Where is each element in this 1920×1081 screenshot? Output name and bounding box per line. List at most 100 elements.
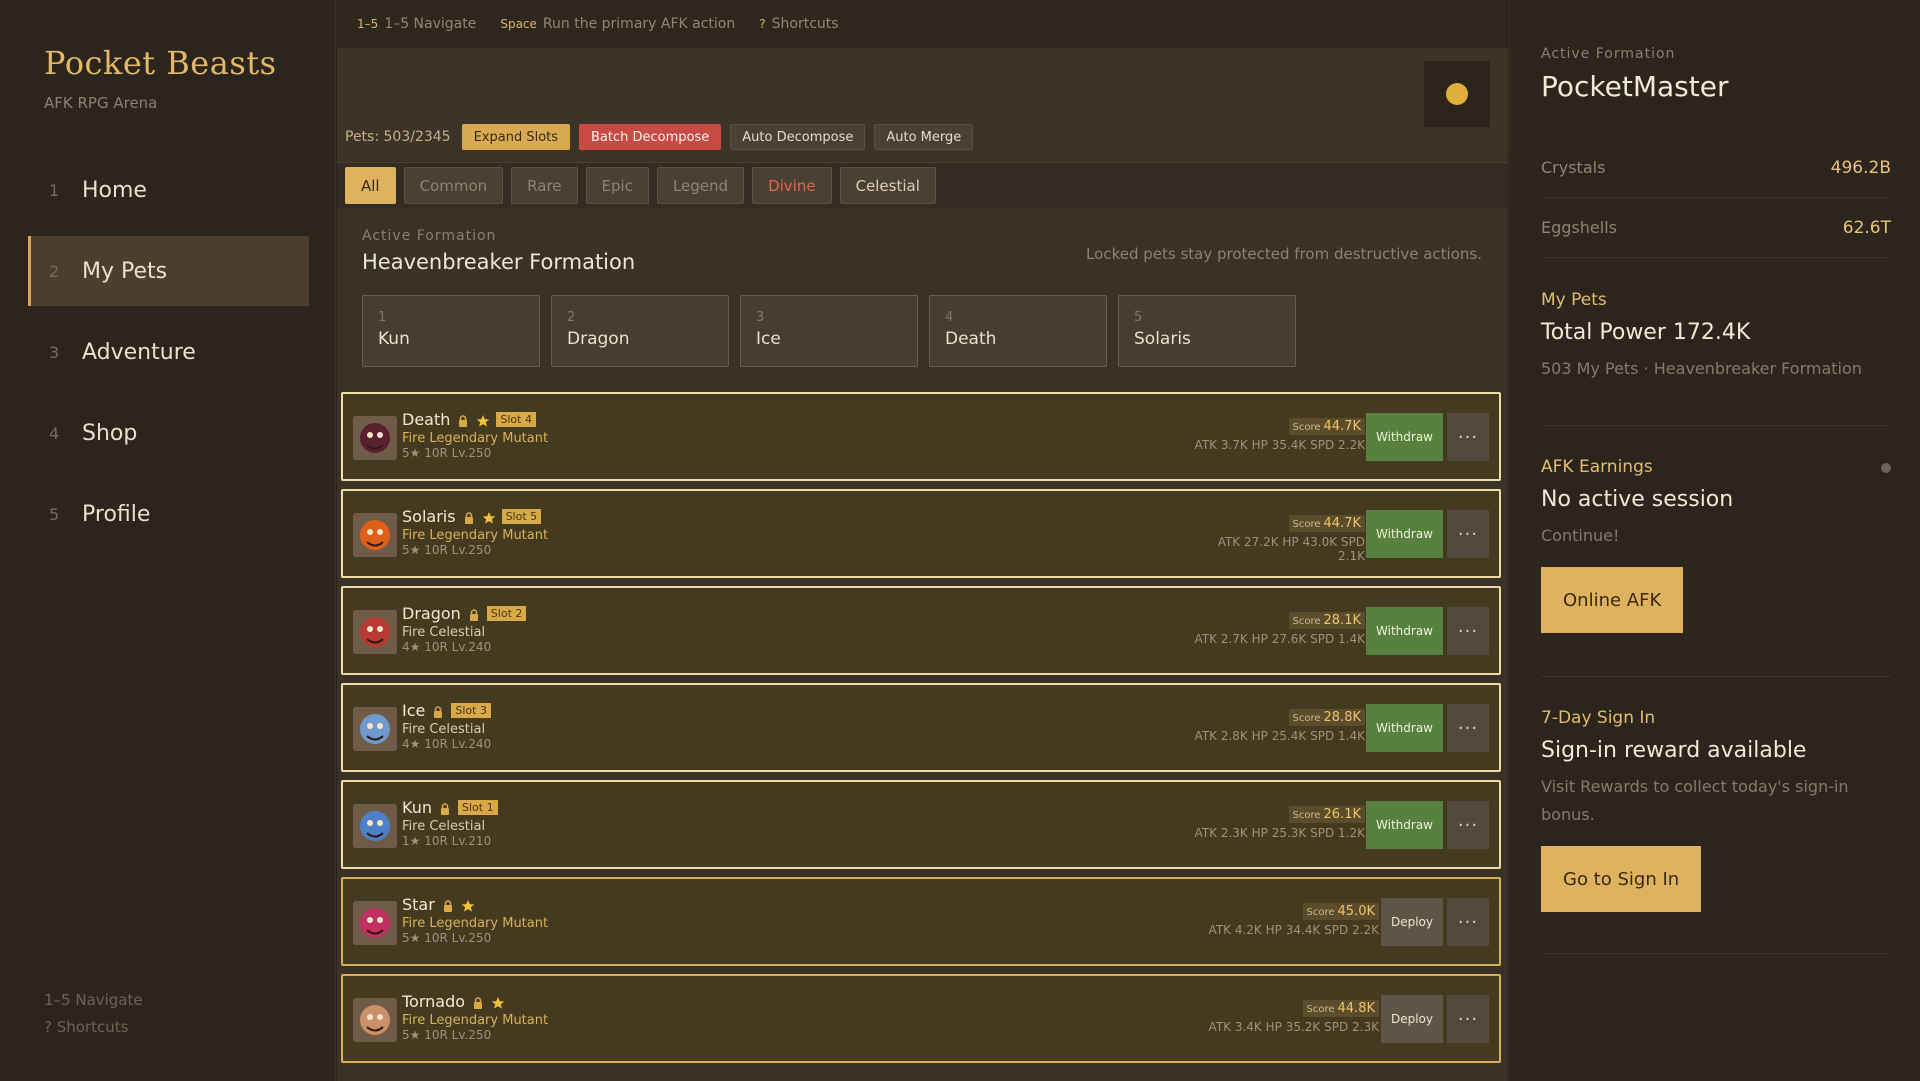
withdraw-button[interactable]: Withdraw [1366, 510, 1443, 558]
pet-combat-stats: ATK 3.7K HP 35.4K SPD 2.2K [1195, 438, 1365, 452]
formation-slot[interactable]: 3 Ice [740, 295, 918, 367]
formation-slot[interactable]: 5 Solaris [1118, 295, 1296, 367]
nav-item-shop[interactable]: 4 Shop [28, 398, 309, 468]
pet-row[interactable]: Dragon Slot 2 Fire Celestial 4★ 10R Lv.240 S… [341, 586, 1501, 675]
filter-chip-celestial[interactable]: Celestial [839, 167, 936, 204]
help-shortcut-text: Shortcuts [771, 16, 839, 32]
status-orb-button[interactable] [1424, 61, 1490, 127]
more-options-icon[interactable]: ··· [1447, 995, 1489, 1043]
formation-slot[interactable]: 4 Death [929, 295, 1107, 367]
formation-eyebrow: Active Formation [362, 228, 497, 244]
nav-item-home[interactable]: 1 Home [28, 155, 309, 225]
lock-icon [441, 898, 455, 912]
score-value: 28.8K [1323, 710, 1361, 725]
withdraw-button[interactable]: Withdraw [1366, 704, 1443, 752]
pet-name-line: Dragon Slot 2 [402, 604, 527, 623]
score-badge: Score 45.0K [1302, 903, 1379, 920]
resources-list: Crystals 496.2B Eggshells 62.6T [1541, 138, 1891, 258]
go-to-signin-button[interactable]: Go to Sign In [1541, 846, 1702, 912]
auto-decompose-button[interactable]: Auto Decompose [730, 124, 866, 150]
slot-badge: Slot 1 [457, 800, 498, 815]
score-line: Score 28.1K [1288, 612, 1365, 629]
pet-row[interactable]: Death Slot 4 Fire Legendary Mutant 5★ 10R L… [341, 392, 1501, 481]
main-nav: 1 Home 2 My Pets 3 Adventure 4 Shop 5 Profile [28, 155, 309, 560]
main-content: 1–5 1–5 Navigate Space Run the primary AFK… [337, 0, 1508, 1081]
deploy-button[interactable]: Deploy [1380, 995, 1443, 1043]
more-options-icon[interactable]: ··· [1447, 607, 1489, 655]
more-options-icon[interactable]: ··· [1447, 510, 1489, 558]
pet-list: Death Slot 4 Fire Legendary Mutant 5★ 10R L… [341, 392, 1501, 1071]
score-label: Score [1292, 616, 1321, 627]
nav-item-number: 5 [49, 504, 60, 524]
stat-spd: SPD 2.2K [1310, 438, 1365, 452]
slot-number: 2 [567, 310, 576, 325]
pet-row[interactable]: Solaris Slot 5 Fire Legendary Mutant 5★ 10R… [341, 489, 1501, 578]
right-panel: Active Formation PocketMaster Crystals 49… [1509, 0, 1920, 1081]
filter-chip-rare[interactable]: Rare [511, 167, 578, 204]
stat-spd: SPD 1.2K [1310, 826, 1365, 840]
formation-slot[interactable]: 1 Kun [362, 295, 540, 367]
divider [1541, 953, 1891, 954]
filter-chip-legend[interactable]: Legend [656, 167, 745, 204]
signin-card: 7-Day Sign In Sign-in reward available V… [1541, 708, 1891, 912]
deploy-button[interactable]: Deploy [1380, 898, 1443, 946]
slot-pet-name: Ice [756, 329, 781, 349]
more-options-icon[interactable]: ··· [1447, 704, 1489, 752]
filter-chip-common[interactable]: Common [403, 167, 504, 204]
nav-item-number: 1 [49, 180, 60, 200]
player-eyebrow: Active Formation [1541, 46, 1676, 62]
score-value: 26.1K [1323, 807, 1361, 822]
app-subtitle: AFK RPG Arena [44, 94, 158, 112]
pet-type: Fire Legendary Mutant [402, 431, 549, 446]
filter-chip-epic[interactable]: Epic [585, 167, 649, 204]
slot-badge: Slot 4 [496, 412, 536, 427]
score-line: Score 45.0K [1302, 903, 1379, 920]
auto-merge-button[interactable]: Auto Merge [874, 124, 974, 150]
score-badge: Score 44.7K [1288, 515, 1365, 532]
nav-item-profile[interactable]: 5 Profile [28, 479, 309, 549]
slot-badge: Slot 2 [486, 606, 527, 621]
score-badge: Score 44.7K [1288, 418, 1365, 435]
more-options-icon[interactable]: ··· [1447, 801, 1489, 849]
filter-chip-divine[interactable]: Divine [752, 167, 832, 204]
resource-label: Eggshells [1541, 218, 1617, 237]
slot-number: 3 [756, 310, 765, 325]
withdraw-button[interactable]: Withdraw [1366, 801, 1443, 849]
pet-row[interactable]: Kun Slot 1 Fire Celestial 1★ 10R Lv.210 Scor… [341, 780, 1501, 869]
player-name: PocketMaster [1541, 70, 1729, 103]
pet-name-line: Solaris Slot 5 [402, 507, 548, 526]
formation-slot[interactable]: 2 Dragon [551, 295, 729, 367]
pet-info: Kun Slot 1 Fire Celestial 1★ 10R Lv.210 [402, 798, 498, 848]
pet-row[interactable]: Star Fire Legendary Mutant 5★ 10R Lv.250 Sc… [341, 877, 1501, 966]
rarity-filter-bar: All Common Rare Epic Legend Divine Celestial [337, 162, 1508, 208]
expand-slots-button[interactable]: Expand Slots [461, 124, 571, 150]
online-afk-button[interactable]: Online AFK [1541, 567, 1684, 633]
pet-combat-stats: ATK 27.2K HP 43.0K SPD 2.1K [1215, 535, 1365, 563]
more-options-icon[interactable]: ··· [1447, 413, 1489, 461]
withdraw-button[interactable]: Withdraw [1366, 607, 1443, 655]
resource-row: Crystals 496.2B [1541, 138, 1891, 198]
mypets-title: My Pets [1541, 290, 1607, 310]
shortcut-bar: 1–5 1–5 Navigate Space Run the primary AFK… [337, 0, 1508, 48]
nav-item-my-pets[interactable]: 2 My Pets [28, 236, 309, 306]
swirl-icon [353, 804, 397, 848]
more-options-icon[interactable]: ··· [1447, 898, 1489, 946]
afk-earnings-card: AFK Earnings No active session Continue!… [1541, 457, 1891, 633]
pet-info: Dragon Slot 2 Fire Celestial 4★ 10R Lv.240 [402, 604, 527, 654]
stat-hp: HP 43.0K [1282, 535, 1338, 549]
lock-icon [467, 607, 481, 621]
pet-row[interactable]: Tornado Fire Legendary Mutant 5★ 10R Lv.25… [341, 974, 1501, 1063]
withdraw-button[interactable]: Withdraw [1366, 413, 1443, 461]
filter-chip-all[interactable]: All [345, 167, 396, 204]
stat-spd: SPD 2.3K [1324, 1020, 1379, 1034]
batch-decompose-button[interactable]: Batch Decompose [579, 124, 722, 150]
score-label: Score [1292, 422, 1321, 433]
pet-name: Kun [402, 798, 432, 817]
pet-row[interactable]: Ice Slot 3 Fire Celestial 4★ 10R Lv.240 Scor… [341, 683, 1501, 772]
sidebar: Pocket Beasts AFK RPG Arena 1 Home 2 My Pet… [0, 0, 336, 1081]
nav-item-adventure[interactable]: 3 Adventure [28, 317, 309, 387]
pet-name: Ice [402, 701, 426, 720]
mypets-sub: 503 My Pets · Heavenbreaker Formation [1541, 359, 1862, 378]
brand: Pocket Beasts AFK RPG Arena [44, 44, 277, 112]
lock-icon [431, 704, 445, 718]
